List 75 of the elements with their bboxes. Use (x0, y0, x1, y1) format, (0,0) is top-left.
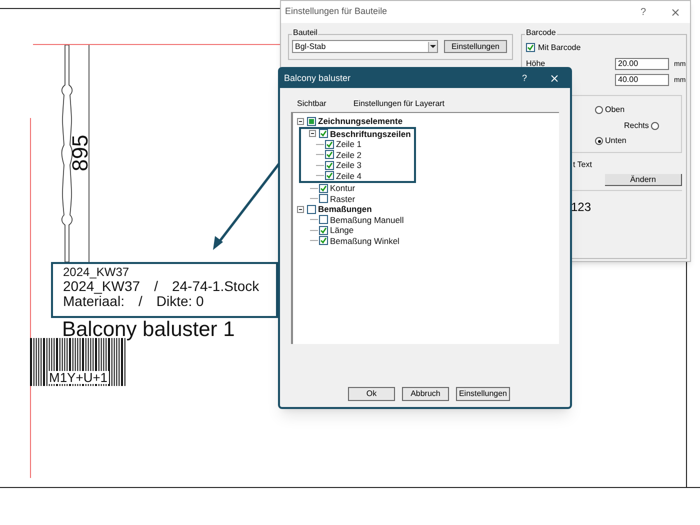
close-icon[interactable] (670, 6, 681, 18)
radio-label: Rechts (624, 122, 649, 130)
label-text: 2024_KW37 (63, 266, 130, 278)
column-header: Sichtbar (297, 100, 326, 108)
text-label: t Text (573, 161, 592, 169)
tree-line (316, 154, 324, 156)
radio-button[interactable] (595, 137, 603, 145)
tree-item[interactable]: Bemaßungen (318, 205, 372, 214)
checkbox[interactable] (319, 226, 328, 235)
column-header: Einstellungen für Layerart (353, 100, 445, 108)
tree-item[interactable]: Beschriftungszeilen (330, 130, 411, 138)
tree-line (310, 198, 318, 200)
change-button[interactable]: Ändern (605, 174, 682, 186)
checkbox[interactable] (319, 194, 328, 204)
dialog-button[interactable]: Einstellungen (456, 387, 510, 401)
part-dropdown[interactable]: Bgl-Stab (292, 40, 438, 53)
tree-line (310, 219, 318, 220)
checkbox[interactable] (526, 43, 535, 52)
checkbox[interactable] (325, 150, 334, 160)
tree-item[interactable]: Zeichnungselemente (318, 117, 403, 126)
number-field[interactable]: 40.00 (615, 74, 669, 86)
group-legend: Barcode (525, 29, 557, 37)
checkbox[interactable] (325, 140, 334, 149)
tree-item[interactable]: Kontur (330, 184, 356, 192)
checkbox[interactable] (319, 184, 328, 193)
radio-label: Oben (605, 106, 625, 114)
dialog-button[interactable]: Ok (348, 387, 395, 401)
dimension-text: 895 (69, 134, 92, 172)
tree-item[interactable]: Länge (330, 226, 354, 234)
collapse-toggle[interactable] (309, 130, 316, 138)
radio-button[interactable] (650, 122, 659, 130)
settings-button[interactable]: Einstellungen (444, 40, 507, 53)
tree-item[interactable]: Zeile 2 (336, 150, 362, 159)
tree-line (316, 175, 324, 176)
checkbox[interactable] (307, 204, 316, 214)
group-legend: Bauteil (292, 29, 318, 37)
checkbox-label: Mit Barcode (538, 44, 581, 52)
preview-text: 123 (571, 201, 592, 213)
field-label: Höhe (526, 60, 546, 68)
label-text: Dikte: 0 (156, 294, 204, 308)
checkbox[interactable] (319, 236, 328, 246)
tree-line (310, 188, 318, 189)
label-text: 2024_KW37 (63, 279, 140, 293)
label-text: 24-74-1.Stock (172, 279, 260, 293)
tree-item[interactable]: Raster (330, 194, 356, 203)
tree-line (310, 240, 318, 242)
checkbox[interactable] (325, 160, 334, 170)
checkbox[interactable] (319, 215, 328, 224)
tree-item[interactable]: Zeile 1 (336, 140, 362, 148)
label-text: Materiaal: (63, 294, 124, 308)
label-text: / (138, 294, 142, 308)
tree-item[interactable]: Bemaßung Manuell (330, 216, 404, 224)
tree-line (310, 230, 318, 231)
checkbox[interactable] (319, 129, 328, 138)
number-field[interactable]: 20.00 (615, 58, 669, 70)
window-title: Einstellungen für Bauteile (285, 5, 388, 18)
help-button[interactable]: ? (640, 4, 646, 20)
collapse-toggle[interactable] (297, 206, 304, 213)
collapse-toggle[interactable] (297, 118, 304, 125)
checkbox[interactable] (325, 171, 334, 180)
dialog-button[interactable]: Abbruch (402, 387, 449, 401)
label-text: / (154, 279, 158, 293)
barcode-text: M1Y+U+1 (48, 371, 109, 384)
radio-label: Unten (605, 137, 626, 145)
close-icon[interactable] (549, 73, 560, 84)
tree-item[interactable]: Zeile 3 (336, 161, 362, 170)
help-button[interactable]: ? (522, 72, 527, 86)
part-title: Balcony baluster 1 (62, 319, 235, 340)
tree-item[interactable]: Bemaßung Winkel (330, 236, 400, 245)
window-title: Balcony baluster (284, 72, 352, 85)
tree-line (316, 144, 324, 145)
radio-button[interactable] (595, 106, 603, 114)
checkbox[interactable] (307, 116, 316, 126)
tree-line (316, 164, 324, 166)
tree-item[interactable]: Zeile 4 (336, 172, 362, 180)
